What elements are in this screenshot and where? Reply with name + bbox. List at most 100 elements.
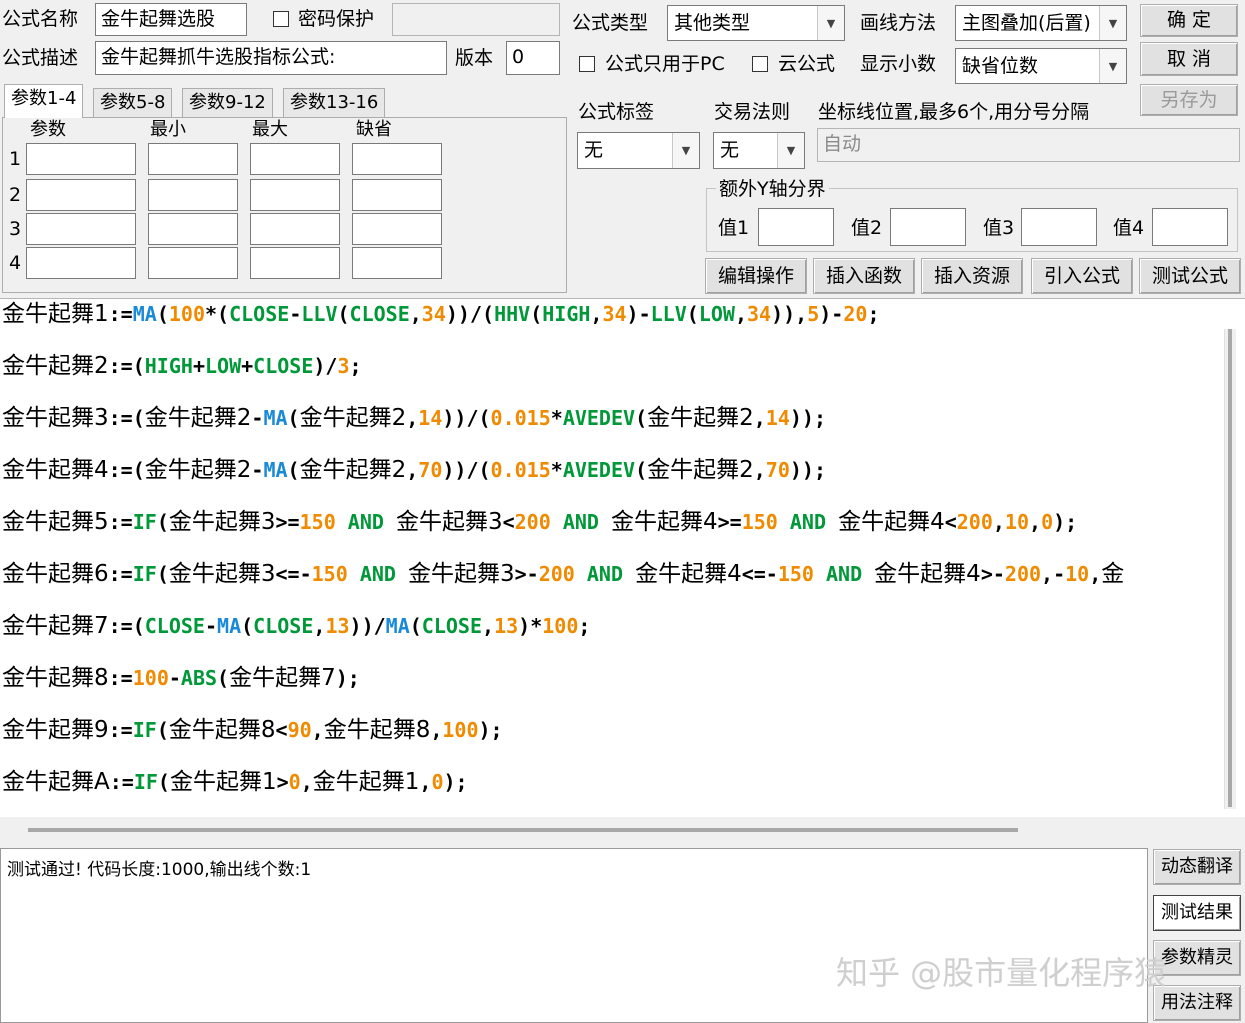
code-line: 金牛起舞A:=IF(金牛起舞1>0,金牛起舞1,0);	[2, 767, 468, 797]
yaxis-value3-label: 值3	[983, 217, 1015, 239]
yaxis-value1-input[interactable]	[758, 208, 834, 246]
yaxis-value2-input[interactable]	[890, 208, 966, 246]
param-default-input[interactable]	[352, 179, 442, 211]
code-token: 金牛起舞4	[838, 509, 945, 535]
code-token: )-	[819, 302, 844, 326]
code-token: AND	[359, 562, 396, 586]
code-token: (	[409, 614, 422, 638]
cloud-checkbox[interactable]	[752, 56, 768, 72]
code-token: );	[1053, 510, 1078, 534]
draw-method-select[interactable]: 主图叠加(后置) ▼	[955, 5, 1127, 41]
tab-params-5-8[interactable]: 参数5-8	[93, 88, 173, 118]
trade-rule-value: 无	[720, 139, 740, 161]
formula-desc-input[interactable]: 金牛起舞抓牛选股指标公式:	[95, 41, 447, 75]
param-max-input[interactable]	[250, 247, 340, 279]
code-token: LOW	[204, 354, 242, 378]
code-token: 70	[418, 458, 443, 482]
param-name-input[interactable]	[26, 179, 136, 211]
code-line: 金牛起舞7:=(CLOSE-MA(CLOSE,13))/MA(CLOSE,13)…	[2, 611, 590, 641]
code-token: ,	[409, 302, 422, 326]
draw-method-label: 画线方法	[860, 12, 937, 34]
trade-rule-select[interactable]: 无 ▼	[713, 132, 805, 169]
horizontal-scrollbar-thumb[interactable]	[28, 828, 1018, 832]
code-token: ,	[482, 614, 495, 638]
code-token: ));	[789, 458, 827, 482]
code-token: :=(	[108, 458, 145, 482]
code-token: CLOSE	[421, 614, 483, 638]
save-as-button[interactable]: 另存为	[1140, 84, 1238, 116]
vertical-scrollbar-thumb[interactable]	[1228, 329, 1232, 807]
version-input[interactable]: 0	[506, 41, 560, 75]
code-token: AVEDEV	[562, 406, 636, 430]
code-token: 100	[132, 666, 169, 690]
password-label: 密码保护	[298, 8, 375, 30]
formula-type-select[interactable]: 其他类型 ▼	[667, 5, 845, 41]
code-token: ,	[406, 458, 419, 482]
param-col-header: 参数	[30, 119, 66, 140]
yaxis-value4-input[interactable]	[1152, 208, 1228, 246]
param-wizard-button[interactable]: 参数精灵	[1153, 940, 1241, 976]
pc-only-checkbox[interactable]	[579, 56, 595, 72]
param-max-input[interactable]	[250, 213, 340, 245]
code-token: 0.015	[490, 406, 551, 430]
import-formula-button[interactable]: 引入公式	[1031, 258, 1133, 294]
test-output-panel: 测试通过! 代码长度:1000,输出线个数:1	[0, 848, 1148, 1023]
code-token: 金牛起舞3	[395, 509, 503, 535]
param-min-input[interactable]	[148, 213, 238, 245]
password-checkbox[interactable]	[273, 11, 289, 27]
tab-params-1-4[interactable]: 参数1-4	[4, 84, 84, 118]
code-token: -	[204, 614, 218, 638]
insert-function-button[interactable]: 插入函数	[813, 258, 915, 294]
password-input[interactable]	[392, 3, 560, 36]
code-token: :=	[108, 302, 133, 326]
param-default-input[interactable]	[352, 213, 442, 245]
test-formula-button[interactable]: 测试公式	[1139, 258, 1241, 294]
dynamic-translate-button[interactable]: 动态翻译	[1153, 849, 1241, 885]
param-max-input[interactable]	[250, 179, 340, 211]
code-token: (	[287, 458, 300, 482]
formula-name-input[interactable]: 金牛起舞选股	[95, 3, 247, 36]
watermark: 知乎 @股市量化程序猿	[836, 954, 1167, 992]
code-token: ,	[313, 614, 326, 638]
code-token: 金牛起舞2	[2, 353, 109, 379]
tab-params-9-12[interactable]: 参数9-12	[182, 88, 273, 118]
param-name-input[interactable]	[26, 247, 136, 279]
chevron-down-icon: ▼	[1099, 6, 1126, 40]
tag-select[interactable]: 无 ▼	[577, 132, 700, 169]
decimals-select[interactable]: 缺省位数 ▼	[955, 48, 1127, 84]
code-token: 金牛起舞7	[2, 613, 109, 639]
cloud-label: 云公式	[778, 53, 836, 75]
code-token: 金牛起舞2	[144, 457, 252, 483]
insert-resource-button[interactable]: 插入资源	[921, 258, 1023, 294]
edit-ops-button[interactable]: 编辑操作	[705, 258, 807, 294]
param-min-input[interactable]	[148, 247, 238, 279]
usage-notes-button[interactable]: 用法注释	[1153, 985, 1241, 1021]
cancel-button[interactable]: 取 消	[1140, 42, 1238, 76]
param-name-input[interactable]	[26, 143, 136, 175]
param-min-input[interactable]	[148, 143, 238, 175]
param-min-input[interactable]	[148, 179, 238, 211]
code-token: 金牛起舞8	[2, 665, 109, 691]
trade-rule-label: 交易法则	[714, 101, 791, 123]
code-token: LLV	[650, 302, 687, 326]
code-token: 34	[421, 302, 446, 326]
code-token: (	[156, 562, 169, 586]
param-name-input[interactable]	[26, 213, 136, 245]
yaxis-value3-input[interactable]	[1021, 208, 1097, 246]
code-token: 10	[1065, 562, 1090, 586]
param-default-input[interactable]	[352, 247, 442, 279]
code-line: 金牛起舞5:=IF(金牛起舞3>=150 AND 金牛起舞3<200 AND 金…	[2, 507, 1077, 537]
axis-position-input[interactable]: 自动	[817, 128, 1240, 162]
param-default-input[interactable]	[352, 143, 442, 175]
code-token: 金牛起舞9	[2, 717, 109, 743]
code-editor[interactable]: 金牛起舞1:=MA(100*(CLOSE-LLV(CLOSE,34))/(HHV…	[0, 298, 1245, 844]
tab-params-13-16[interactable]: 参数13-16	[283, 88, 386, 118]
test-result-button[interactable]: 测试结果	[1153, 895, 1241, 931]
param-max-input[interactable]	[250, 143, 340, 175]
param-row-number: 4	[9, 252, 22, 274]
ok-button[interactable]: 确 定	[1140, 4, 1238, 37]
